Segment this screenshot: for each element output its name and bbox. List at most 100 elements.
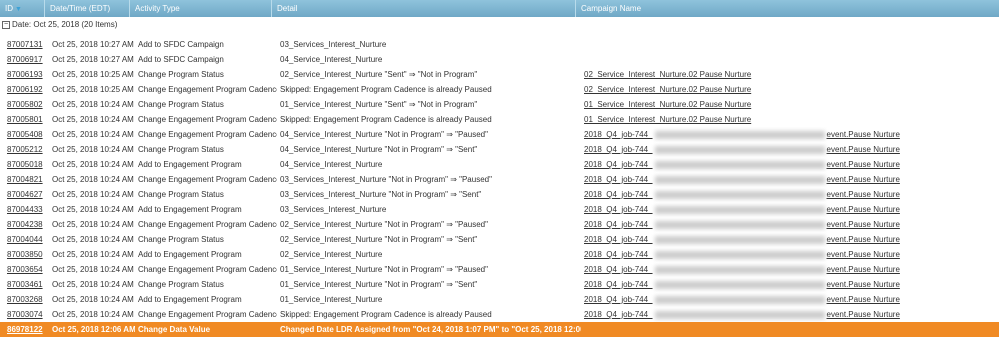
campaign-link[interactable]: 01_Service_Interest_Nurture.02 Pause Nur… — [584, 115, 751, 124]
redacted-text — [654, 160, 825, 169]
table-row[interactable]: 87005018 Oct 25, 2018 10:24 AM Add to Enga… — [0, 157, 999, 172]
activity-id-link[interactable]: 87005212 — [7, 145, 43, 154]
activity-detail: Skipped: Engagement Program Cadence is a… — [280, 115, 492, 124]
table-row[interactable]: 87007131 Oct 25, 2018 10:27 AM Add to SFDC… — [0, 37, 999, 52]
campaign-link[interactable]: 2018_Q4_job-744_ event.Pause Nurture — [584, 295, 900, 304]
campaign-link[interactable]: 2018_Q4_job-744_ event.Pause Nurture — [584, 205, 900, 214]
campaign-name-cell — [581, 322, 999, 337]
activity-id-link[interactable]: 87006917 — [7, 55, 43, 64]
table-row[interactable]: 87006193 Oct 25, 2018 10:25 AM Change Prog… — [0, 67, 999, 82]
activity-type: Change Engagement Program Cadence — [138, 175, 277, 184]
activity-id-link[interactable]: 87007131 — [7, 40, 43, 49]
activity-id-link[interactable]: 87003074 — [7, 310, 43, 319]
column-header-activity-type[interactable]: Activity Type — [130, 0, 272, 17]
activity-datetime: Oct 25, 2018 10:24 AM — [52, 265, 134, 274]
activity-datetime: Oct 25, 2018 10:24 AM — [52, 250, 134, 259]
campaign-link[interactable]: 2018_Q4_job-744_ event.Pause Nurture — [584, 235, 900, 244]
activity-type: Change Program Status — [138, 235, 224, 244]
activity-id-link[interactable]: 87006193 — [7, 70, 43, 79]
table-row[interactable]: 87004044 Oct 25, 2018 10:24 AM Change Prog… — [0, 232, 999, 247]
table-row[interactable]: 87003074 Oct 25, 2018 10:24 AM Change Enga… — [0, 307, 999, 322]
activity-id-link[interactable]: 87004433 — [7, 205, 43, 214]
campaign-link[interactable]: 2018_Q4_job-744_ event.Pause Nurture — [584, 130, 900, 139]
activity-id-link[interactable]: 86978122 — [7, 325, 43, 334]
activity-type: Add to Engagement Program — [138, 295, 242, 304]
redacted-text — [654, 235, 825, 244]
table-row[interactable]: 87005801 Oct 25, 2018 10:24 AM Change Enga… — [0, 112, 999, 127]
table-row[interactable]: 87005802 Oct 25, 2018 10:24 AM Change Prog… — [0, 97, 999, 112]
sort-desc-icon[interactable]: ▼ — [15, 6, 22, 13]
activity-detail: 01_Service_Interest_Nurture "Sent" ⇒ "No… — [280, 100, 478, 109]
column-header-detail[interactable]: Detail — [272, 0, 576, 17]
activity-datetime: Oct 25, 2018 10:25 AM — [52, 85, 134, 94]
table-row[interactable]: 87006192 Oct 25, 2018 10:25 AM Change Enga… — [0, 82, 999, 97]
campaign-name-cell — [581, 52, 999, 67]
date-group-row[interactable]: − Date: Oct 25, 2018 (20 Items) — [0, 17, 999, 33]
table-row[interactable]: 87003850 Oct 25, 2018 10:24 AM Add to Enga… — [0, 247, 999, 262]
table-row[interactable]: 87005212 Oct 25, 2018 10:24 AM Change Prog… — [0, 142, 999, 157]
activity-id-link[interactable]: 87005408 — [7, 130, 43, 139]
campaign-name-cell: 2018_Q4_job-744_ event.Pause Nurture — [581, 142, 999, 157]
activity-detail: Skipped: Engagement Program Cadence is a… — [280, 85, 492, 94]
campaign-link[interactable]: 2018_Q4_job-744_ event.Pause Nurture — [584, 160, 900, 169]
activity-id-link[interactable]: 87005801 — [7, 115, 43, 124]
activity-detail: 03_Services_Interest_Nurture "Not in Pro… — [280, 190, 482, 199]
column-header-id[interactable]: ID ▼ — [0, 0, 45, 17]
activity-id-link[interactable]: 87004627 — [7, 190, 43, 199]
campaign-link[interactable]: 02_Service_Interest_Nurture.02 Pause Nur… — [584, 85, 751, 94]
activity-datetime: Oct 25, 2018 10:24 AM — [52, 100, 134, 109]
activity-id-link[interactable]: 87003268 — [7, 295, 43, 304]
campaign-name-cell: 2018_Q4_job-744_ event.Pause Nurture — [581, 262, 999, 277]
activity-detail: 04_Service_Interest_Nurture "Not in Prog… — [280, 145, 478, 154]
redacted-text — [654, 295, 825, 304]
table-row[interactable]: 87004238 Oct 25, 2018 10:24 AM Change Enga… — [0, 217, 999, 232]
activity-datetime: Oct 25, 2018 10:24 AM — [52, 205, 134, 214]
redacted-text — [654, 220, 825, 229]
campaign-link[interactable]: 2018_Q4_job-744_ event.Pause Nurture — [584, 250, 900, 259]
campaign-link[interactable]: 2018_Q4_job-744_ event.Pause Nurture — [584, 190, 900, 199]
activity-datetime: Oct 25, 2018 10:27 AM — [52, 40, 134, 49]
activity-detail: Skipped: Engagement Program Cadence is a… — [280, 310, 492, 319]
activity-id-link[interactable]: 87003850 — [7, 250, 43, 259]
activity-type: Change Engagement Program Cadence — [138, 130, 277, 139]
campaign-link[interactable]: 2018_Q4_job-744_ event.Pause Nurture — [584, 310, 900, 319]
activity-datetime: Oct 25, 2018 10:27 AM — [52, 55, 134, 64]
campaign-link[interactable]: 2018_Q4_job-744_ event.Pause Nurture — [584, 145, 900, 154]
table-row[interactable]: 87006917 Oct 25, 2018 10:27 AM Add to SFDC… — [0, 52, 999, 67]
campaign-link[interactable]: 02_Service_Interest_Nurture.02 Pause Nur… — [584, 70, 751, 79]
column-header-campaign-name[interactable]: Campaign Name — [576, 0, 999, 17]
collapse-icon[interactable]: − — [2, 20, 10, 29]
activity-id-link[interactable]: 87004821 — [7, 175, 43, 184]
activity-datetime: Oct 25, 2018 10:24 AM — [52, 310, 134, 319]
table-row[interactable]: 87003654 Oct 25, 2018 10:24 AM Change Enga… — [0, 262, 999, 277]
table-row[interactable]: 87004821 Oct 25, 2018 10:24 AM Change Enga… — [0, 172, 999, 187]
activity-type: Add to Engagement Program — [138, 205, 242, 214]
table-row[interactable]: 87004433 Oct 25, 2018 10:24 AM Add to Enga… — [0, 202, 999, 217]
table-row[interactable]: 87005408 Oct 25, 2018 10:24 AM Change Enga… — [0, 127, 999, 142]
campaign-name-cell: 2018_Q4_job-744_ event.Pause Nurture — [581, 277, 999, 292]
campaign-link[interactable]: 2018_Q4_job-744_ event.Pause Nurture — [584, 175, 900, 184]
table-row[interactable]: 87003268 Oct 25, 2018 10:24 AM Add to Enga… — [0, 292, 999, 307]
activity-datetime: Oct 25, 2018 10:24 AM — [52, 130, 134, 139]
activity-id-link[interactable]: 87004044 — [7, 235, 43, 244]
campaign-link[interactable]: 01_Service_Interest_Nurture.02 Pause Nur… — [584, 100, 751, 109]
campaign-name-cell — [581, 37, 999, 52]
activity-type: Add to Engagement Program — [138, 160, 242, 169]
campaign-link[interactable]: 2018_Q4_job-744_ event.Pause Nurture — [584, 265, 900, 274]
activity-id-link[interactable]: 87005018 — [7, 160, 43, 169]
activity-id-link[interactable]: 87003461 — [7, 280, 43, 289]
date-group-label: Date: Oct 25, 2018 (20 Items) — [12, 20, 118, 29]
activity-id-link[interactable]: 87006192 — [7, 85, 43, 94]
activity-id-link[interactable]: 87004238 — [7, 220, 43, 229]
activity-id-link[interactable]: 87003654 — [7, 265, 43, 274]
activity-detail: 04_Service_Interest_Nurture — [280, 160, 383, 169]
activity-datetime: Oct 25, 2018 12:06 AM — [52, 325, 135, 334]
campaign-link[interactable]: 2018_Q4_job-744_ event.Pause Nurture — [584, 220, 900, 229]
activity-id-link[interactable]: 87005802 — [7, 100, 43, 109]
table-row[interactable]: 87004627 Oct 25, 2018 10:24 AM Change Prog… — [0, 187, 999, 202]
campaign-name-cell: 2018_Q4_job-744_ event.Pause Nurture — [581, 202, 999, 217]
table-row[interactable]: 86978122 Oct 25, 2018 12:06 AM Change Data… — [0, 322, 999, 337]
column-header-datetime[interactable]: Date/Time (EDT) — [45, 0, 130, 17]
table-row[interactable]: 87003461 Oct 25, 2018 10:24 AM Change Prog… — [0, 277, 999, 292]
campaign-link[interactable]: 2018_Q4_job-744_ event.Pause Nurture — [584, 280, 900, 289]
